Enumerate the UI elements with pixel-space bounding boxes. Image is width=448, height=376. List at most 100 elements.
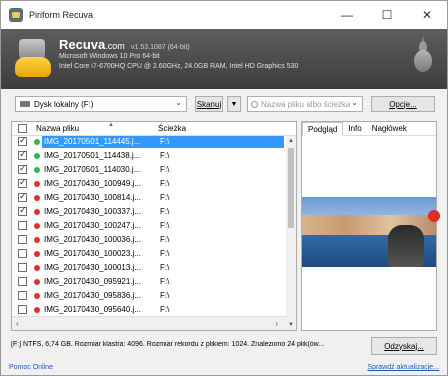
title-bar: Piriform Recuva — ☐ ✕	[1, 1, 447, 29]
file-name: IMG_20170430_095640.j...	[44, 305, 141, 314]
app-header: Recuva.com v1.53.1087 (64-bit) Microsoft…	[1, 29, 447, 89]
file-name: IMG_20170430_100247.j...	[44, 221, 141, 230]
drive-icon	[20, 101, 30, 107]
file-row[interactable]: IMG_20170430_100814.j... F:\	[12, 191, 286, 204]
search-placeholder: Nazwa pliku albo ścieżka	[261, 99, 351, 109]
file-name: IMG_20170430_100013.j...	[44, 263, 141, 272]
scroll-left-icon[interactable]: ‹	[16, 319, 19, 328]
recuva-window: Piriform Recuva — ☐ ✕ Recuva.com v1.53.1…	[0, 0, 448, 376]
preview-tabs: Podgląd Info Nagłówek	[302, 122, 436, 136]
file-list: Nazwa pliku ▲ Ścieżka IMG_20170501_11444…	[11, 121, 297, 331]
file-row[interactable]: IMG_20170430_100023.j... F:\	[12, 248, 286, 260]
row-checkbox[interactable]	[18, 205, 27, 216]
file-state-red-icon	[34, 307, 40, 313]
row-checkbox[interactable]	[18, 177, 27, 188]
file-row[interactable]: IMG_20170501_114438.j... F:\	[12, 149, 286, 162]
file-state-red-icon	[34, 251, 40, 257]
row-checkbox[interactable]	[18, 277, 27, 286]
file-state-red-icon	[428, 210, 440, 222]
file-path: F:\	[160, 263, 170, 272]
file-state-green-icon	[34, 139, 40, 145]
file-row[interactable]: IMG_20170430_100949.j... F:\	[12, 177, 286, 190]
minimize-button[interactable]: —	[327, 1, 367, 29]
row-checkbox[interactable]	[18, 249, 27, 258]
row-checkbox[interactable]	[18, 149, 27, 160]
file-row[interactable]: IMG_20170430_100337.j... F:\	[12, 205, 286, 218]
column-header-path[interactable]: Ścieżka	[158, 124, 186, 133]
sort-ascending-icon: ▲	[108, 122, 114, 128]
file-row[interactable]: IMG_20170430_095921.j... F:\	[12, 276, 286, 288]
row-checkbox[interactable]	[18, 163, 27, 174]
file-name: IMG_20170501_114030.j...	[44, 165, 141, 174]
scroll-down-icon[interactable]: ▼	[288, 322, 294, 328]
scroll-right-icon[interactable]: ›	[275, 319, 278, 328]
options-button[interactable]: Opcje...	[371, 96, 435, 112]
file-name: IMG_20170430_100814.j...	[44, 193, 141, 202]
file-name: IMG_20170501_114438.j...	[44, 151, 141, 160]
file-path: F:\	[160, 193, 170, 202]
file-path: F:\	[160, 305, 170, 314]
check-updates-link[interactable]: Sprawdź aktualizacje...	[367, 364, 439, 371]
search-icon	[251, 100, 258, 108]
row-checkbox[interactable]	[18, 135, 27, 146]
chevron-down-icon[interactable]: ⌄	[351, 98, 358, 107]
file-row[interactable]: IMG_20170430_095640.j... F:\	[12, 304, 286, 316]
file-path: F:\	[160, 235, 170, 244]
online-help-link[interactable]: Pomoc Online	[9, 364, 53, 371]
file-row[interactable]: IMG_20170430_100036.j... F:\	[12, 234, 286, 246]
file-row[interactable]: IMG_20170501_114445.j...F:\	[12, 135, 286, 148]
file-row[interactable]: IMG_20170501_114030.j... F:\	[12, 163, 286, 176]
hardware-info: Intel Core i7-6700HQ CPU @ 2.60GHz, 24.0…	[59, 63, 299, 70]
file-state-red-icon	[34, 237, 40, 243]
vertical-scrollbar[interactable]: ▲ ▼	[286, 136, 296, 330]
file-name: IMG_20170501_114445.j...	[42, 136, 158, 148]
file-path: F:\	[160, 277, 170, 286]
preview-panel: Podgląd Info Nagłówek	[301, 121, 440, 331]
file-state-red-icon	[34, 293, 40, 299]
file-path: F:\	[160, 179, 170, 188]
file-state-green-icon	[34, 153, 40, 159]
file-state-red-icon	[34, 195, 40, 201]
horizontal-scrollbar[interactable]: ‹ ›	[12, 316, 286, 330]
file-path: F:\	[158, 136, 284, 148]
file-name: IMG_20170430_100036.j...	[44, 235, 141, 244]
row-checkbox[interactable]	[18, 221, 27, 230]
close-button[interactable]: ✕	[407, 1, 447, 29]
window-title: Piriform Recuva	[29, 10, 94, 20]
search-input[interactable]: Nazwa pliku albo ścieżka ⌄	[247, 96, 363, 112]
row-checkbox[interactable]	[18, 305, 27, 314]
maximize-button[interactable]: ☐	[367, 1, 407, 29]
tab-header[interactable]: Nagłówek	[367, 122, 412, 136]
column-header-name[interactable]: Nazwa pliku	[36, 124, 79, 133]
file-state-red-icon	[34, 209, 40, 215]
recover-button[interactable]: Odzyskaj...	[371, 337, 437, 355]
scroll-thumb[interactable]	[288, 148, 294, 228]
file-state-green-icon	[34, 167, 40, 173]
scroll-up-icon[interactable]: ▲	[288, 138, 294, 144]
file-name: IMG_20170430_095836.j...	[44, 291, 141, 300]
row-checkbox[interactable]	[18, 291, 27, 300]
scan-dropdown-button[interactable]: ▼	[227, 96, 241, 112]
file-path: F:\	[160, 165, 170, 174]
preview-image	[302, 197, 436, 267]
tab-preview[interactable]: Podgląd	[302, 122, 344, 136]
brand-name: Recuva.com	[59, 37, 125, 52]
select-all-checkbox[interactable]	[18, 124, 27, 133]
file-row[interactable]: IMG_20170430_100013.j... F:\	[12, 262, 286, 274]
os-info: Microsoft Windows 10 Pro 64-bit	[59, 53, 160, 60]
drive-select[interactable]: Dysk lokalny (F:) ⌄	[15, 96, 187, 112]
row-checkbox[interactable]	[18, 235, 27, 244]
file-state-red-icon	[34, 279, 40, 285]
list-header: Nazwa pliku ▲ Ścieżka	[12, 122, 296, 136]
chevron-down-icon: ⌄	[175, 98, 182, 107]
recuva-logo-icon	[15, 39, 51, 79]
file-path: F:\	[160, 151, 170, 160]
file-row[interactable]: IMG_20170430_095836.j... F:\	[12, 290, 286, 302]
file-row[interactable]: IMG_20170430_100247.j... F:\	[12, 220, 286, 232]
file-name: IMG_20170430_100337.j...	[44, 207, 141, 216]
row-checkbox[interactable]	[18, 263, 27, 272]
scan-button[interactable]: Skanuj	[195, 96, 223, 112]
brand-block: Recuva.com v1.53.1087 (64-bit) Microsoft…	[59, 37, 298, 72]
row-checkbox[interactable]	[18, 191, 27, 202]
tab-info[interactable]: Info	[343, 122, 366, 136]
